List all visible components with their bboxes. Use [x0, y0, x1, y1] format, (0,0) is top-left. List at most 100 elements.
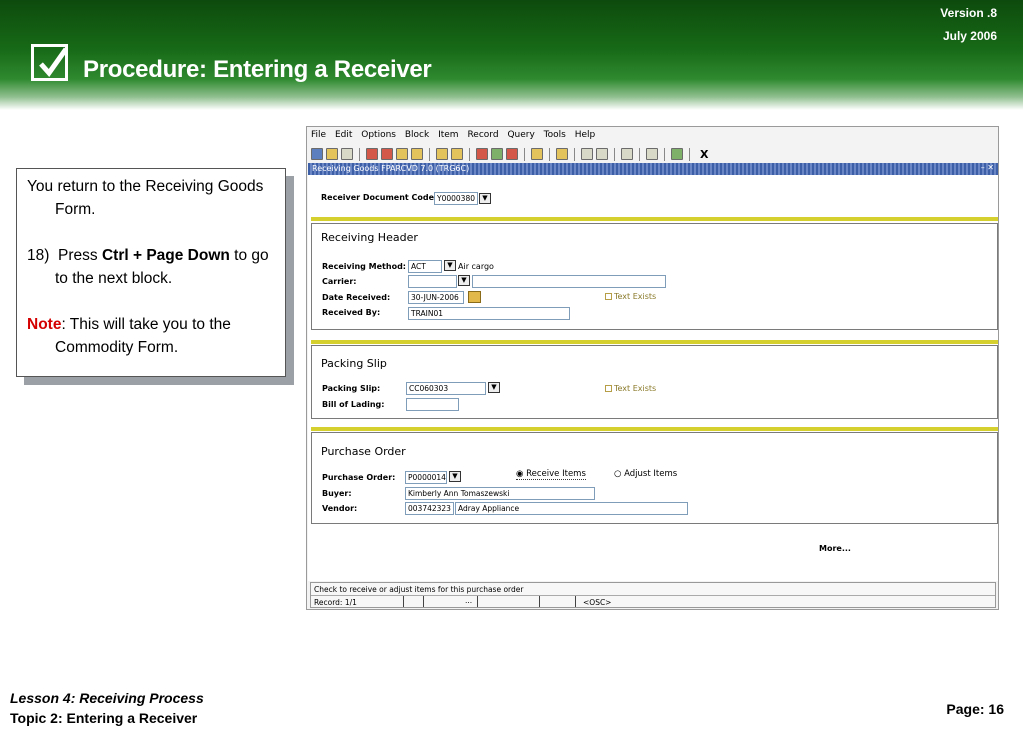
receive-items-radio[interactable]: ◉ Receive Items — [516, 469, 586, 480]
carrier-field[interactable] — [408, 275, 457, 288]
bill-of-lading-label: Bill of Lading: — [322, 400, 385, 409]
status-divider — [423, 596, 424, 607]
rollback-icon[interactable] — [326, 148, 338, 160]
section-divider — [311, 340, 998, 344]
purchase-order-dropdown[interactable]: ▼ — [449, 471, 461, 482]
toolbar: X — [311, 145, 994, 163]
menu-edit[interactable]: Edit — [335, 130, 352, 140]
menu-item[interactable]: Item — [438, 130, 459, 140]
menu-help[interactable]: Help — [575, 130, 596, 140]
receiving-method-field[interactable]: ACT — [408, 260, 442, 273]
menu-options[interactable]: Options — [361, 130, 396, 140]
record-properties-icon[interactable] — [596, 148, 608, 160]
receiving-header-section: Receiving Header Receiving Method: ACT ▼… — [311, 223, 998, 330]
help-icon[interactable] — [671, 148, 683, 160]
audio-icon[interactable] — [621, 148, 633, 160]
carrier-label: Carrier: — [322, 277, 357, 286]
carrier-dropdown[interactable]: ▼ — [458, 275, 470, 286]
receiver-doc-field[interactable]: Y0000380 — [434, 192, 478, 205]
checkmark-icon — [31, 44, 69, 81]
receiving-method-desc: Air cargo — [458, 262, 494, 271]
buyer-label: Buyer: — [322, 489, 352, 498]
exit-button[interactable]: X — [700, 148, 708, 161]
receiver-doc-dropdown[interactable]: ▼ — [479, 193, 491, 204]
date-received-field[interactable]: 30-JUN-2006 — [408, 291, 464, 304]
save-icon[interactable] — [311, 148, 323, 160]
next-record-icon[interactable] — [396, 148, 408, 160]
text-exists-label: Text Exists — [614, 292, 657, 301]
buyer-field: Kimberly Ann Tomaszewski — [405, 487, 595, 500]
previous-block-icon[interactable] — [381, 148, 393, 160]
lesson-label: Lesson 4: Receiving Process — [10, 690, 204, 706]
page-title: Procedure: Entering a Receiver — [83, 56, 432, 83]
adjust-items-label: Adjust Items — [624, 469, 678, 479]
packing-slip-dropdown[interactable]: ▼ — [488, 382, 500, 393]
calendar-icon[interactable] — [468, 291, 481, 303]
vendor-name-field: Adray Appliance — [455, 502, 688, 515]
note-text: : This will take you to the Commodity Fo… — [55, 316, 231, 356]
receiver-doc-label: Receiver Document Code — [321, 193, 435, 202]
osc-indicator: <OSC> — [583, 598, 612, 607]
toolbar-divider — [574, 147, 575, 161]
menu-bar: File Edit Options Block Item Record Quer… — [307, 127, 998, 144]
text-exists-indicator: Text Exists — [605, 292, 656, 301]
item-properties-icon[interactable] — [581, 148, 593, 160]
topic-label: Topic 2: Entering a Receiver — [10, 710, 198, 726]
received-by-field[interactable]: TRAIN01 — [408, 307, 570, 320]
toolbar-divider — [469, 147, 470, 161]
menu-tools[interactable]: Tools — [544, 130, 566, 140]
receiving-method-dropdown[interactable]: ▼ — [444, 260, 456, 271]
receiving-goods-form: Receiver Document Code Y0000380 ▼ Receiv… — [308, 175, 998, 581]
toolbar-divider — [689, 147, 690, 161]
print-icon[interactable] — [341, 148, 353, 160]
form-titlebar: Receiving Goods FPARCVD 7.0 (TRG6C) – ✕ — [308, 163, 998, 175]
purchase-order-field[interactable]: P0000014 — [405, 471, 447, 484]
packing-slip-field[interactable]: CC060303 — [406, 382, 486, 395]
date-label: July 2006 — [942, 29, 997, 43]
packing-slip-title: Packing Slip — [321, 357, 387, 370]
window-controls[interactable]: – ✕ — [981, 163, 994, 172]
insert-record-icon[interactable] — [476, 148, 488, 160]
receiving-method-label: Receiving Method: — [322, 262, 406, 271]
status-divider — [575, 596, 576, 607]
vendor-id-field: 003742323 — [405, 502, 454, 515]
step-keys: Ctrl + Page Down — [101, 247, 230, 264]
status-divider — [477, 596, 478, 607]
banner-app-window: File Edit Options Block Item Record Quer… — [306, 126, 999, 610]
enter-query-icon[interactable] — [436, 148, 448, 160]
workflow-icon[interactable] — [646, 148, 658, 160]
status-divider — [539, 596, 540, 607]
record-counter: Record: 1/1 — [314, 598, 357, 607]
packing-text-exists-label: Text Exists — [614, 384, 657, 393]
menu-file[interactable]: File — [311, 130, 326, 140]
purchase-order-title: Purchase Order — [321, 445, 406, 458]
remove-record-icon[interactable] — [491, 148, 503, 160]
options-icon[interactable] — [531, 148, 543, 160]
callout-step: 18) Press Ctrl + Page Down to go to the … — [27, 244, 275, 290]
carrier-desc-field — [472, 275, 666, 288]
menu-record[interactable]: Record — [467, 130, 498, 140]
receiving-header-title: Receiving Header — [321, 231, 418, 244]
version-label: Version .8 — [940, 6, 997, 20]
cancel-query-icon[interactable] — [506, 148, 518, 160]
execute-query-icon[interactable] — [451, 148, 463, 160]
vendor-label: Vendor: — [322, 504, 358, 513]
toolbar-divider — [524, 147, 525, 161]
status-bar: Check to receive or adjust items for thi… — [310, 582, 996, 608]
previous-record-icon[interactable] — [411, 148, 423, 160]
menu-query[interactable]: Query — [507, 130, 534, 140]
note-label: Note — [27, 316, 62, 333]
menu-block[interactable]: Block — [405, 130, 429, 140]
adjust-items-radio[interactable]: ○ Adjust Items — [614, 469, 677, 479]
bill-of-lading-field[interactable] — [406, 398, 459, 411]
next-block-icon[interactable] — [366, 148, 378, 160]
print-form-icon[interactable] — [556, 148, 568, 160]
section-divider — [311, 217, 998, 221]
packing-text-exists-checkbox — [605, 385, 612, 392]
more-button[interactable]: More... — [819, 544, 851, 553]
purchase-order-label: Purchase Order: — [322, 473, 396, 482]
slide-header: Procedure: Entering a Receiver Version .… — [0, 0, 1023, 110]
toolbar-divider — [359, 147, 360, 161]
form-title: Receiving Goods FPARCVD 7.0 (TRG6C) — [312, 164, 470, 173]
instruction-callout: You return to the Receiving Goods Form. … — [16, 168, 286, 377]
